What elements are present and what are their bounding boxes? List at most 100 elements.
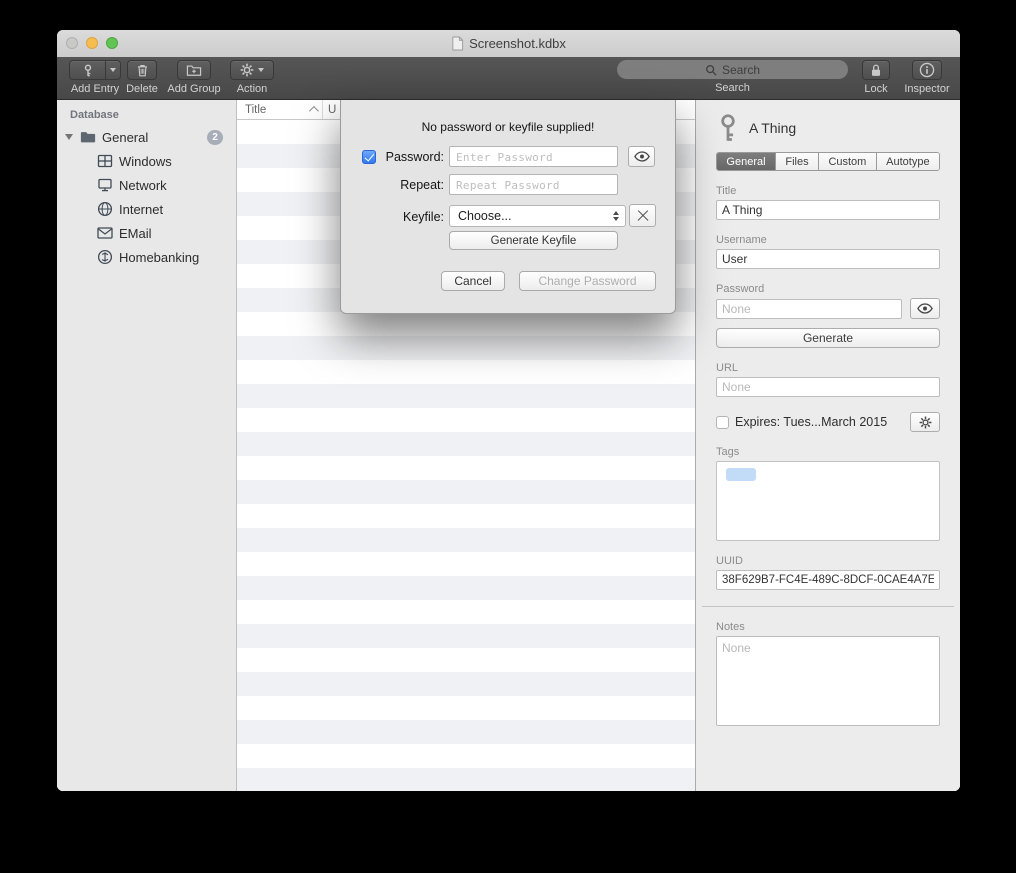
info-icon: [919, 62, 935, 78]
repeat-password-input[interactable]: [449, 174, 618, 195]
tags-label: Tags: [716, 446, 940, 458]
tab-autotype[interactable]: Autotype: [876, 153, 939, 170]
add-group-group: Add Group: [162, 60, 226, 95]
chevron-down-icon: [258, 68, 264, 72]
sidebar-header: Database: [57, 100, 236, 125]
url-label: URL: [716, 362, 940, 374]
password-input[interactable]: [449, 146, 618, 167]
generate-keyfile-button[interactable]: Generate Keyfile: [449, 231, 618, 250]
key-icon: [716, 113, 740, 143]
cancel-button[interactable]: Cancel: [441, 271, 505, 291]
search-input[interactable]: Search: [617, 60, 848, 79]
minimize-button[interactable]: [86, 37, 98, 49]
sidebar-item-internet[interactable]: Internet: [57, 197, 236, 221]
delete-button[interactable]: [127, 60, 157, 80]
delete-label: Delete: [120, 84, 164, 95]
sidebar-item-windows[interactable]: Windows: [57, 149, 236, 173]
window-controls: [66, 37, 118, 49]
uuid-label: UUID: [716, 555, 940, 567]
expires-row: Expires: Tues...March 2015: [716, 412, 940, 432]
chevron-down-icon: [110, 68, 116, 72]
add-entry-button[interactable]: [69, 60, 106, 80]
add-group-label: Add Group: [162, 84, 226, 95]
change-password-button[interactable]: Change Password: [519, 271, 656, 291]
zoom-button[interactable]: [106, 37, 118, 49]
network-icon: [96, 177, 113, 194]
sidebar-item-label: Homebanking: [119, 250, 199, 265]
inspector-tabs: General Files Custom Autotype: [716, 152, 940, 171]
lock-label: Lock: [852, 84, 900, 95]
notes-label: Notes: [716, 621, 940, 633]
entry-count-badge: 2: [207, 130, 223, 145]
eye-icon: [917, 303, 933, 314]
disclosure-triangle-icon[interactable]: [65, 134, 73, 140]
inspector-button[interactable]: [912, 60, 942, 80]
tags-box[interactable]: [716, 461, 940, 541]
lock-icon: [870, 63, 882, 78]
trash-icon: [136, 63, 149, 78]
entry-title: A Thing: [749, 120, 796, 136]
action-button[interactable]: [230, 60, 274, 80]
entry-header: A Thing: [716, 110, 940, 146]
username-label: Username: [716, 234, 940, 246]
keyfile-popup[interactable]: Choose...: [449, 205, 626, 227]
lock-button[interactable]: [862, 60, 890, 80]
gear-icon: [240, 63, 254, 77]
add-entry-group: Add Entry: [68, 60, 122, 95]
url-input[interactable]: [716, 377, 940, 397]
add-entry-dropdown-button[interactable]: [106, 60, 121, 80]
sidebar-item-label: Network: [119, 178, 167, 193]
sidebar-item-homebanking[interactable]: Homebanking: [57, 245, 236, 269]
expires-checkbox[interactable]: [716, 416, 729, 429]
sort-ascending-icon: [309, 106, 319, 116]
column-header-title[interactable]: Title: [237, 104, 322, 116]
dialog-message: No password or keyfile supplied!: [341, 120, 675, 134]
password-input[interactable]: [716, 299, 902, 319]
title-input[interactable]: [716, 200, 940, 220]
gear-icon: [919, 416, 932, 429]
divider: [702, 606, 954, 607]
title-label: Title: [716, 185, 940, 197]
reveal-password-button[interactable]: [628, 146, 655, 167]
document-icon: [451, 36, 464, 51]
window-title: Screenshot.kdbx: [469, 36, 566, 51]
change-password-dialog: No password or keyfile supplied! Passwor…: [340, 100, 676, 314]
lock-group: Lock: [852, 60, 900, 95]
sidebar-item-network[interactable]: Network: [57, 173, 236, 197]
windows-icon: [96, 153, 113, 170]
sidebar-item-label: Internet: [119, 202, 163, 217]
action-group: Action: [227, 60, 277, 95]
tag-token[interactable]: [726, 468, 756, 481]
popup-stepper-icon: [613, 211, 619, 221]
username-input[interactable]: [716, 249, 940, 269]
tab-general[interactable]: General: [717, 153, 775, 170]
close-x-icon: [636, 209, 650, 223]
tab-files[interactable]: Files: [775, 153, 818, 170]
add-group-button[interactable]: [177, 60, 211, 80]
coin-icon: [96, 249, 113, 266]
action-label: Action: [227, 84, 277, 95]
expires-options-button[interactable]: [910, 412, 940, 432]
inspector-label: Inspector: [899, 84, 955, 95]
close-button[interactable]: [66, 37, 78, 49]
reveal-password-button[interactable]: [910, 298, 940, 319]
search-icon: [705, 64, 717, 76]
add-entry-label: Add Entry: [68, 84, 122, 95]
clear-keyfile-button[interactable]: [629, 204, 656, 227]
toolbar: Add Entry Delete Add Group: [57, 57, 960, 100]
generate-password-button[interactable]: Generate: [716, 328, 940, 348]
envelope-icon: [96, 225, 113, 242]
app-window: Screenshot.kdbx Add Entry: [57, 30, 960, 791]
password-label: Password:: [371, 151, 444, 164]
inspector-panel: A Thing General Files Custom Autotype Ti…: [695, 100, 960, 791]
tab-custom[interactable]: Custom: [818, 153, 876, 170]
search-placeholder: Search: [722, 63, 760, 77]
sidebar-item-label: EMail: [119, 226, 152, 241]
sidebar-item-label: General: [102, 130, 148, 145]
sidebar-item-general[interactable]: General 2: [57, 125, 236, 149]
uuid-input[interactable]: [716, 570, 940, 590]
notes-input[interactable]: [716, 636, 940, 726]
column-header-username[interactable]: U: [323, 104, 336, 116]
sidebar-item-email[interactable]: EMail: [57, 221, 236, 245]
keyfile-label: Keyfile:: [371, 211, 444, 224]
